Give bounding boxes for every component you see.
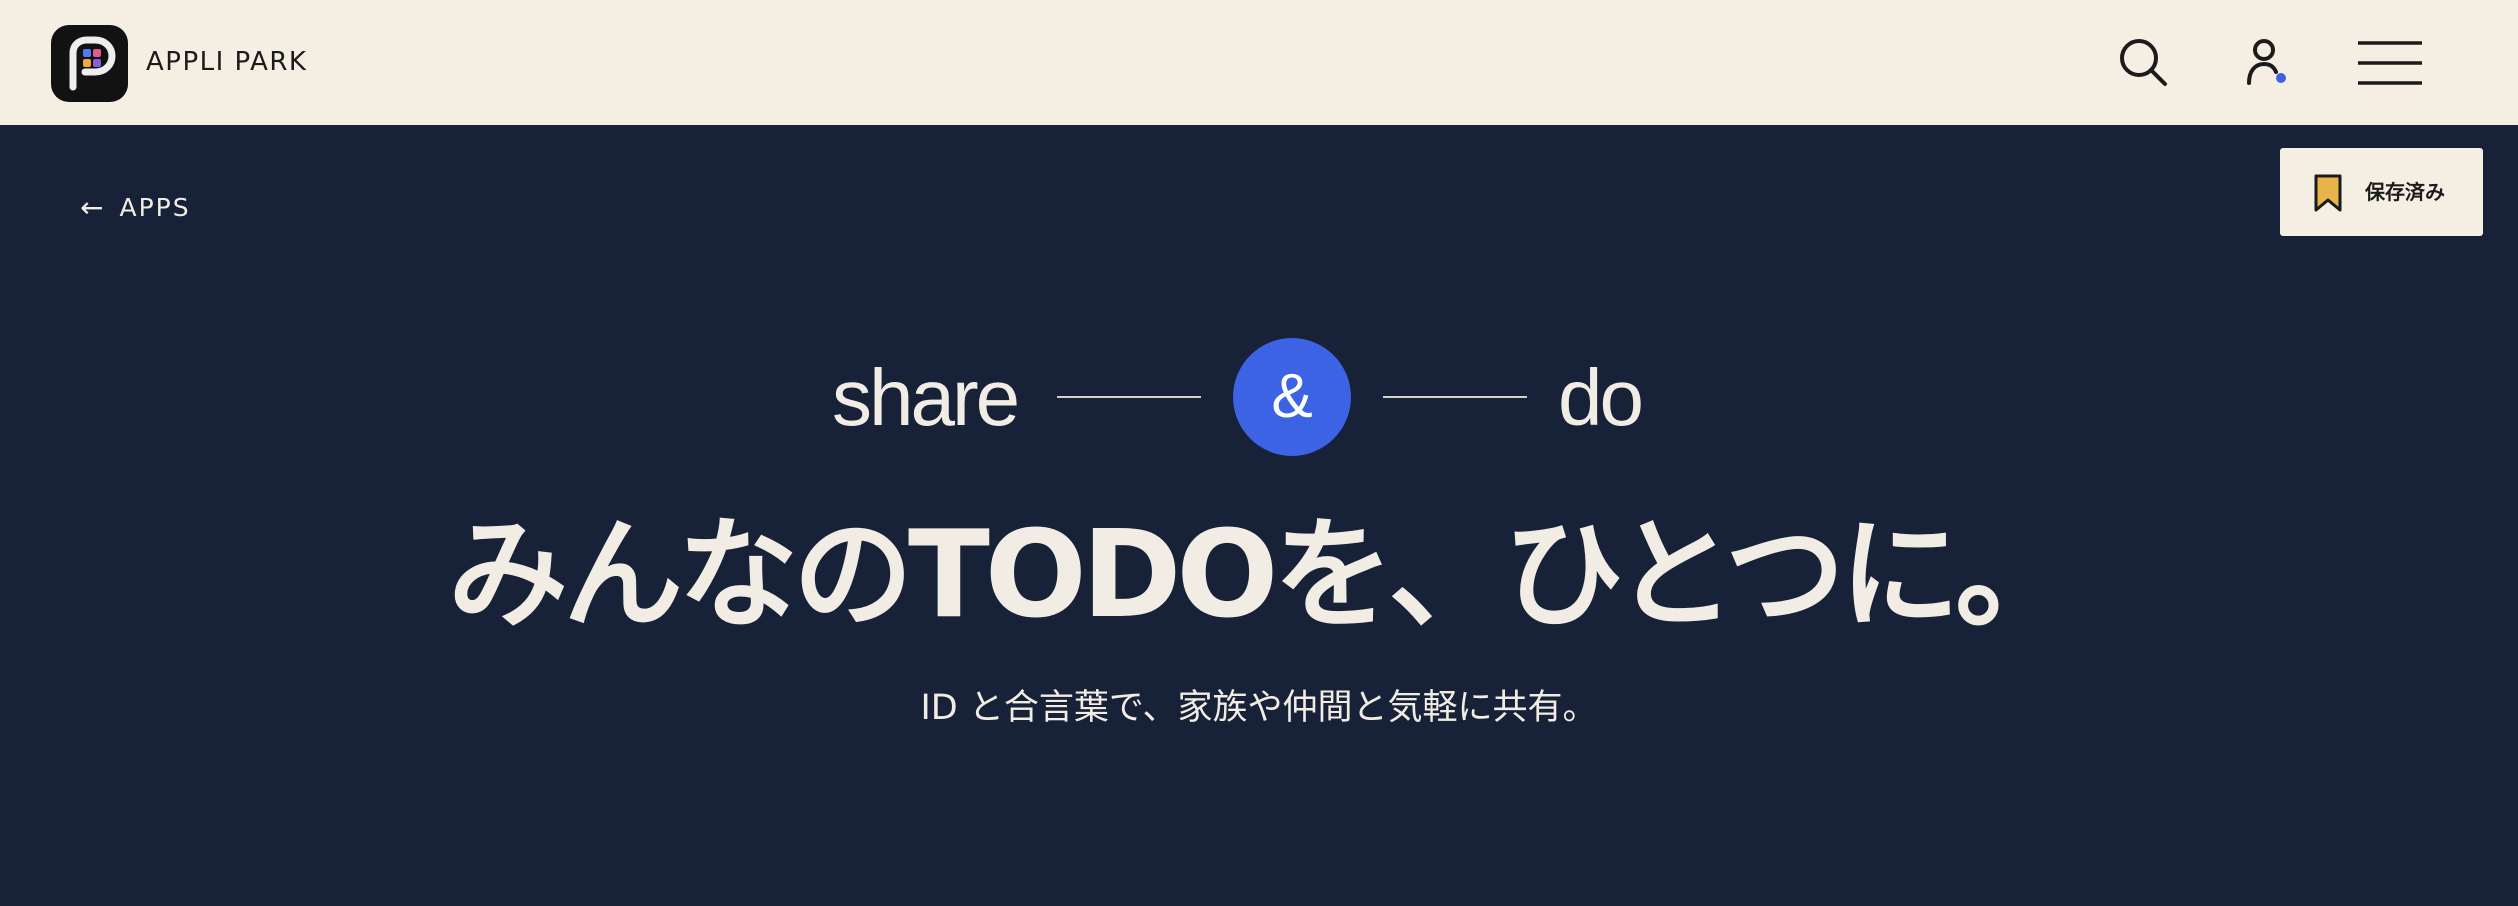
saved-button[interactable]: 保存済み	[2280, 148, 2483, 236]
hamburger-menu-icon[interactable]	[2356, 33, 2424, 93]
user-icon[interactable]	[2236, 33, 2296, 93]
hero-tagline: share & do	[0, 338, 2518, 458]
hero-headline: みんなのTODOを、ひとつに。	[447, 506, 2075, 645]
back-arrow-icon: ←	[80, 191, 104, 224]
back-link-label: APPS	[119, 193, 191, 222]
search-icon[interactable]	[2114, 33, 2174, 93]
back-to-apps-link[interactable]: ← APPS	[80, 190, 191, 226]
tagline-divider-right	[1383, 396, 1527, 398]
hero-subline: ID と合言葉で、家族や仲間と気軽に共有。	[920, 688, 1598, 728]
bookmark-icon	[2314, 174, 2342, 212]
ampersand-badge: &	[1233, 338, 1351, 456]
brand-name[interactable]: APPLI PARK	[146, 44, 307, 80]
site-header: APPLI PARK	[0, 0, 2518, 125]
tagline-share: share	[832, 353, 1020, 442]
app-logo-icon[interactable]	[51, 25, 128, 102]
tagline-do: do	[1558, 353, 1644, 442]
ampersand-glyph: &	[1271, 362, 1313, 431]
saved-button-label: 保存済み	[2365, 180, 2445, 204]
tagline-divider-left	[1057, 396, 1201, 398]
